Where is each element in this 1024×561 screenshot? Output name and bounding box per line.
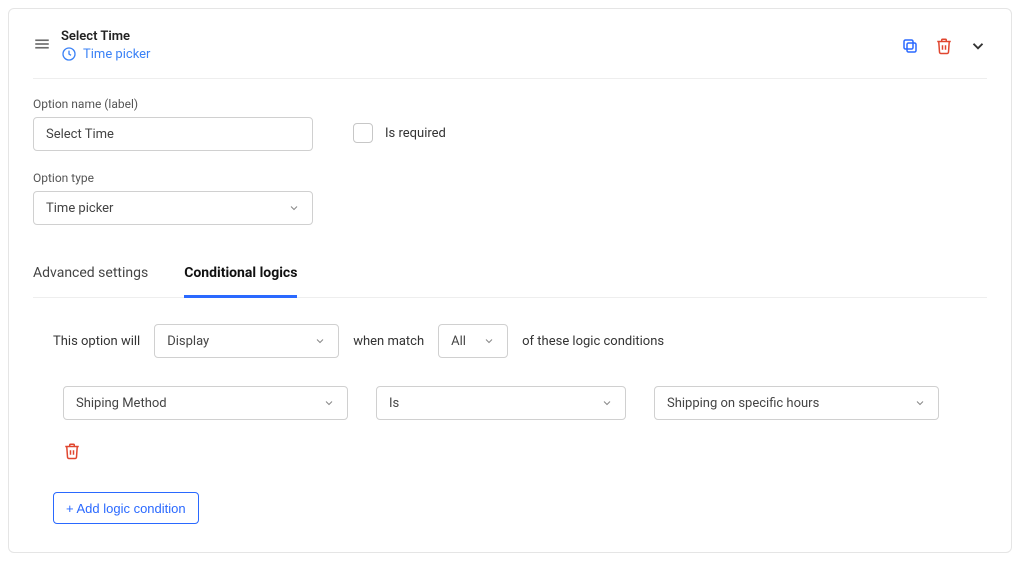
is-required-label: Is required: [385, 126, 446, 141]
title-block: Select Time Time picker: [61, 29, 150, 62]
card-header: Select Time Time picker: [33, 29, 987, 79]
option-type-select[interactable]: Time picker: [33, 191, 313, 225]
is-required-row: Is required: [353, 123, 446, 143]
option-type-label: Option type: [33, 171, 987, 185]
action-value: Display: [167, 334, 209, 349]
option-name-input-wrap: [33, 117, 313, 151]
delete-icon[interactable]: [935, 37, 953, 55]
action-select[interactable]: Display: [154, 324, 339, 358]
option-card: Select Time Time picker Option name (lab…: [8, 8, 1012, 553]
chevron-down-icon: [323, 397, 335, 409]
match-value: All: [451, 334, 466, 349]
option-name-label: Option name (label): [33, 97, 313, 111]
sentence-post: of these logic conditions: [522, 334, 664, 349]
tabs: Advanced settings Conditional logics: [33, 253, 987, 298]
option-type-field: Option type Time picker: [33, 171, 987, 225]
condition-subject-select[interactable]: Shiping Method: [63, 386, 348, 420]
copy-icon[interactable]: [901, 37, 919, 55]
drag-handle-icon[interactable]: [33, 35, 51, 57]
option-name-input[interactable]: [46, 118, 300, 150]
condition-value-select[interactable]: Shipping on specific hours: [654, 386, 939, 420]
clock-icon: [61, 46, 77, 62]
card-title: Select Time: [61, 29, 150, 44]
option-name-field: Option name (label): [33, 97, 313, 151]
match-select[interactable]: All: [438, 324, 508, 358]
condition-value-value: Shipping on specific hours: [667, 396, 819, 411]
card-body: Option name (label) Is required Option t…: [33, 79, 987, 524]
condition-op-select[interactable]: Is: [376, 386, 626, 420]
card-subtitle: Time picker: [61, 46, 150, 62]
sentence-pre: This option will: [53, 334, 140, 349]
header-left: Select Time Time picker: [33, 29, 150, 62]
collapse-icon[interactable]: [969, 37, 987, 55]
is-required-checkbox[interactable]: [353, 123, 373, 143]
chevron-down-icon: [288, 202, 300, 214]
condition-op-value: Is: [389, 396, 399, 411]
option-name-row: Option name (label) Is required: [33, 97, 987, 151]
chevron-down-icon: [914, 397, 926, 409]
chevron-down-icon: [314, 335, 326, 347]
option-type-value: Time picker: [46, 201, 113, 216]
chevron-down-icon: [483, 335, 495, 347]
header-actions: [901, 37, 987, 55]
condition-subject-value: Shiping Method: [76, 396, 167, 411]
delete-condition-row: [33, 442, 987, 464]
chevron-down-icon: [601, 397, 613, 409]
delete-condition-icon[interactable]: [63, 449, 81, 464]
tab-conditional-logics[interactable]: Conditional logics: [184, 253, 297, 298]
logic-sentence: This option will Display when match All …: [33, 324, 987, 358]
sentence-mid: when match: [353, 334, 424, 349]
subtitle-text: Time picker: [83, 47, 150, 62]
add-logic-condition-button[interactable]: + Add logic condition: [53, 492, 199, 524]
tab-advanced-settings[interactable]: Advanced settings: [33, 253, 148, 298]
condition-row: Shiping Method Is Shipping on specific h…: [33, 386, 987, 420]
